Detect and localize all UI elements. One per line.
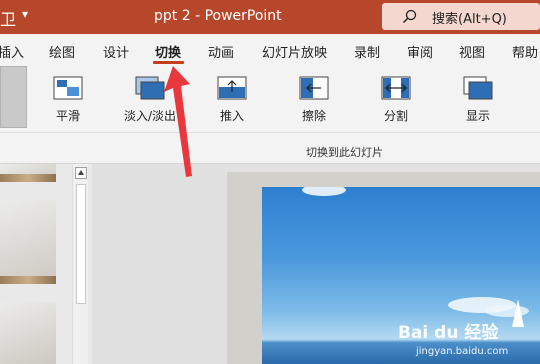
effect-label: 推入: [219, 109, 244, 123]
tab-draw[interactable]: 绘图: [49, 42, 75, 61]
watermark-logo: Bai du 经验: [398, 323, 499, 343]
reveal-icon: [463, 76, 493, 100]
wipe-icon: [299, 76, 329, 100]
powerpoint-window: 卫 ▾ ppt 2 - PowerPoint 搜索(Alt+Q) 插入 绘图 设…: [0, 0, 540, 364]
tab-record[interactable]: 录制: [354, 42, 380, 61]
effect-label: 淡入/淡出: [123, 109, 177, 123]
effect-reveal[interactable]: 显示: [448, 76, 508, 126]
tab-animations[interactable]: 动画: [208, 42, 234, 61]
tab-review[interactable]: 审阅: [407, 42, 433, 61]
effect-fade[interactable]: 淡入/淡出: [120, 76, 180, 126]
slide-thumbnail[interactable]: [0, 200, 56, 284]
fade-icon: [135, 76, 165, 100]
effect-label: 显示: [465, 109, 490, 123]
preview-button[interactable]: [0, 66, 27, 128]
tab-help[interactable]: 帮助: [512, 42, 538, 61]
ribbon-tab-bar: 插入 绘图 设计 切换 动画 幻灯片放映 录制 审阅 视图 帮助: [0, 34, 540, 66]
effect-label: 平滑: [55, 109, 80, 123]
scroll-up-icon[interactable]: [75, 167, 87, 179]
effect-push[interactable]: 推入: [202, 76, 262, 126]
effect-morph[interactable]: 平滑: [38, 76, 98, 126]
slide-thumbnail[interactable]: [0, 164, 56, 182]
effect-label: 擦除: [301, 109, 326, 123]
slide-thumbnail[interactable]: [0, 302, 56, 364]
morph-icon: [53, 76, 83, 100]
tab-insert[interactable]: 插入: [0, 42, 24, 61]
title-bar: 卫 ▾ ppt 2 - PowerPoint 搜索(Alt+Q): [0, 0, 540, 34]
split-icon: [381, 76, 411, 100]
search-box[interactable]: 搜索(Alt+Q): [382, 3, 540, 30]
search-icon: [403, 9, 417, 23]
watermark: Bai du 经验 jingyan.baidu.com: [398, 318, 540, 364]
search-placeholder: 搜索(Alt+Q): [432, 12, 507, 27]
ribbon-group-label: 切换到此幻灯片: [306, 146, 383, 159]
quick-access-dropdown[interactable]: ▾: [22, 7, 28, 21]
watermark-url: jingyan.baidu.com: [416, 346, 509, 357]
active-tab-indicator: [153, 61, 184, 64]
effect-label: 分割: [383, 109, 408, 123]
ribbon-divider: [0, 132, 540, 133]
thumbnail-band: [0, 174, 56, 182]
push-icon: [217, 76, 247, 100]
app-menu-glyph[interactable]: 卫: [0, 6, 16, 30]
tab-design[interactable]: 设计: [103, 42, 129, 61]
scroll-thumb[interactable]: [76, 184, 86, 304]
tab-view[interactable]: 视图: [459, 42, 485, 61]
window-title: ppt 2 - PowerPoint: [154, 8, 282, 24]
tab-slideshow[interactable]: 幻灯片放映: [262, 42, 327, 61]
thumbnails-scrollbar[interactable]: [72, 164, 88, 364]
effect-split[interactable]: 分割: [366, 76, 426, 126]
effect-wipe[interactable]: 擦除: [284, 76, 344, 126]
thumbnail-band: [0, 276, 56, 284]
tab-transitions[interactable]: 切换: [155, 42, 181, 61]
